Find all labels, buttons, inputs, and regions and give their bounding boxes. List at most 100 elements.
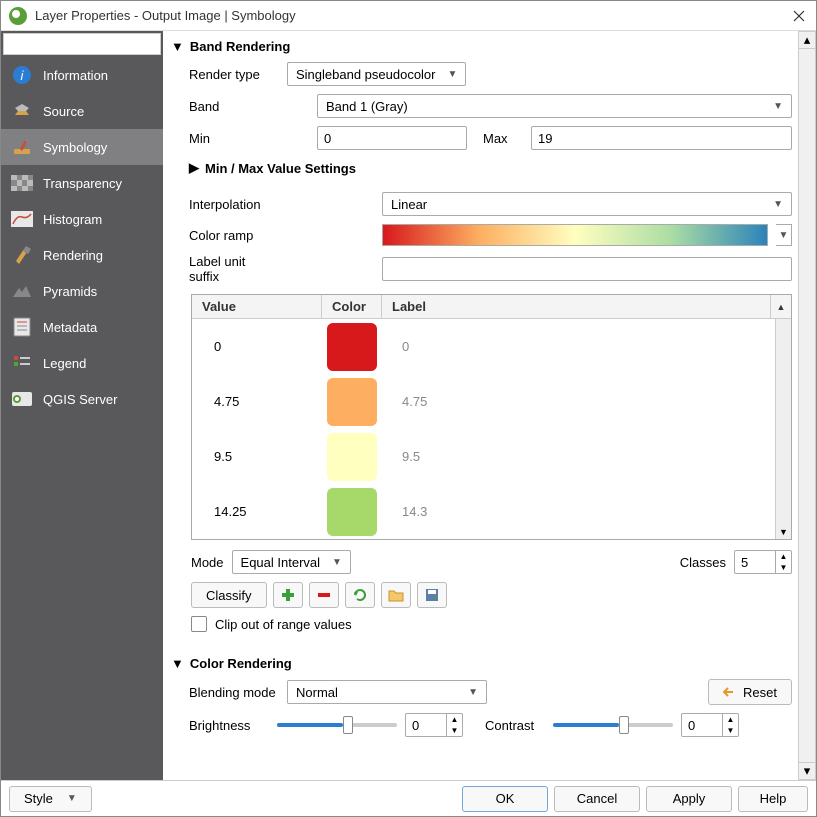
sidebar-item-pyramids[interactable]: Pyramids xyxy=(1,273,163,309)
color-swatch[interactable] xyxy=(327,323,377,371)
close-button[interactable] xyxy=(790,7,808,25)
sidebar-item-symbology[interactable]: Symbology xyxy=(1,129,163,165)
sidebar-item-qgis-server[interactable]: QGIS Server xyxy=(1,381,163,417)
spinner-down-icon[interactable]: ▼ xyxy=(447,725,462,736)
color-swatch[interactable] xyxy=(327,378,377,426)
help-button[interactable]: Help xyxy=(738,786,808,812)
style-button[interactable]: Style ▼ xyxy=(9,786,92,812)
metadata-icon xyxy=(11,316,33,338)
spinner-up-icon[interactable]: ▲ xyxy=(447,714,462,725)
table-row[interactable]: 0 0 xyxy=(192,319,775,374)
sidebar-item-histogram[interactable]: Histogram xyxy=(1,201,163,237)
min-input[interactable]: 0 xyxy=(317,126,467,150)
contrast-label: Contrast xyxy=(485,718,545,733)
spinner-up-icon[interactable]: ▲ xyxy=(723,714,738,725)
contrast-spinner[interactable]: 0 ▲▼ xyxy=(681,713,739,737)
classes-label: Classes xyxy=(680,555,726,570)
brightness-spinner[interactable]: 0 ▲▼ xyxy=(405,713,463,737)
classes-spinner[interactable]: 5 ▲▼ xyxy=(734,550,792,574)
row-value: 14.25 xyxy=(192,504,322,519)
plus-icon xyxy=(280,587,296,603)
cancel-button[interactable]: Cancel xyxy=(554,786,640,812)
chevron-down-icon: ▼ xyxy=(448,69,458,80)
row-value: 4.75 xyxy=(192,394,322,409)
blending-mode-select[interactable]: Normal▼ xyxy=(287,680,487,704)
interpolation-select[interactable]: Linear▼ xyxy=(382,192,792,216)
clip-checkbox[interactable] xyxy=(191,616,207,632)
info-icon: i xyxy=(11,64,33,86)
sidebar-item-label: Histogram xyxy=(43,212,102,227)
color-swatch[interactable] xyxy=(327,488,377,536)
sidebar-item-information[interactable]: i Information xyxy=(1,57,163,93)
table-header-color[interactable]: Color xyxy=(322,295,382,318)
sidebar-item-metadata[interactable]: Metadata xyxy=(1,309,163,345)
sidebar-item-label: Information xyxy=(43,68,108,83)
refresh-icon xyxy=(352,587,368,603)
sidebar-item-rendering[interactable]: Rendering xyxy=(1,237,163,273)
sidebar-item-transparency[interactable]: Transparency xyxy=(1,165,163,201)
band-rendering-header[interactable]: ▼ Band Rendering xyxy=(169,35,792,58)
interpolation-label: Interpolation xyxy=(189,197,374,212)
table-header-value[interactable]: Value xyxy=(192,295,322,318)
contrast-slider[interactable] xyxy=(553,713,673,737)
scroll-up-icon[interactable]: ▲ xyxy=(771,295,791,318)
table-row[interactable]: 14.25 14.3 xyxy=(192,484,775,539)
spinner-down-icon[interactable]: ▼ xyxy=(776,562,791,573)
max-input[interactable]: 19 xyxy=(531,126,792,150)
server-icon xyxy=(11,388,33,410)
search-input[interactable] xyxy=(8,36,188,53)
scroll-down-icon[interactable]: ▾ xyxy=(798,762,816,780)
table-row[interactable]: 9.5 9.5 xyxy=(192,429,775,484)
remove-class-button[interactable] xyxy=(309,582,339,608)
load-ramp-button[interactable] xyxy=(381,582,411,608)
table-header-label[interactable]: Label xyxy=(382,295,771,318)
chevron-down-icon: ▼ xyxy=(468,687,478,698)
folder-icon xyxy=(388,587,404,603)
main-scrollbar[interactable]: ▴ ▾ xyxy=(798,31,816,780)
suffix-label-2: suffix xyxy=(189,269,374,284)
add-class-button[interactable] xyxy=(273,582,303,608)
suffix-label-1: Label unit xyxy=(189,254,374,269)
sidebar-item-legend[interactable]: Legend xyxy=(1,345,163,381)
symbology-icon xyxy=(11,136,33,158)
sidebar-item-label: Source xyxy=(43,104,84,119)
color-ramp-dropdown[interactable]: ▼ xyxy=(776,224,792,246)
mode-select[interactable]: Equal Interval▼ xyxy=(232,550,351,574)
minmax-settings-header[interactable]: ▶ Min / Max Value Settings xyxy=(169,154,792,182)
render-type-select[interactable]: Singleband pseudocolor▼ xyxy=(287,62,466,86)
color-rendering-header[interactable]: ▼ Color Rendering xyxy=(169,652,792,675)
window-title: Layer Properties - Output Image | Symbol… xyxy=(35,8,790,23)
scroll-up-icon[interactable]: ▴ xyxy=(798,31,816,49)
reset-button[interactable]: Reset xyxy=(708,679,792,705)
row-label: 0 xyxy=(382,339,775,354)
scroll-down-icon[interactable]: ▼ xyxy=(779,527,788,537)
histogram-icon xyxy=(11,208,33,230)
table-scrollbar[interactable]: ▼ xyxy=(775,319,791,539)
ok-button[interactable]: OK xyxy=(462,786,548,812)
band-select[interactable]: Band 1 (Gray)▼ xyxy=(317,94,792,118)
color-swatch[interactable] xyxy=(327,433,377,481)
chevron-down-icon: ▼ xyxy=(67,793,77,804)
sidebar-item-label: Legend xyxy=(43,356,86,371)
undo-icon xyxy=(723,685,737,699)
apply-button[interactable]: Apply xyxy=(646,786,732,812)
table-row[interactable]: 4.75 4.75 xyxy=(192,374,775,429)
save-ramp-button[interactable] xyxy=(417,582,447,608)
max-label: Max xyxy=(483,131,523,146)
classify-button[interactable]: Classify xyxy=(191,582,267,608)
suffix-input[interactable] xyxy=(382,257,792,281)
row-label: 9.5 xyxy=(382,449,775,464)
brightness-slider[interactable] xyxy=(277,713,397,737)
sidebar-search[interactable] xyxy=(3,33,161,55)
color-ramp[interactable] xyxy=(382,224,768,246)
sidebar-item-label: Rendering xyxy=(43,248,103,263)
titlebar: Layer Properties - Output Image | Symbol… xyxy=(1,1,816,31)
spinner-down-icon[interactable]: ▼ xyxy=(723,725,738,736)
refresh-button[interactable] xyxy=(345,582,375,608)
spinner-up-icon[interactable]: ▲ xyxy=(776,551,791,562)
band-label: Band xyxy=(189,99,309,114)
row-value: 9.5 xyxy=(192,449,322,464)
sidebar-item-source[interactable]: Source xyxy=(1,93,163,129)
brightness-label: Brightness xyxy=(189,718,269,733)
row-label: 4.75 xyxy=(382,394,775,409)
